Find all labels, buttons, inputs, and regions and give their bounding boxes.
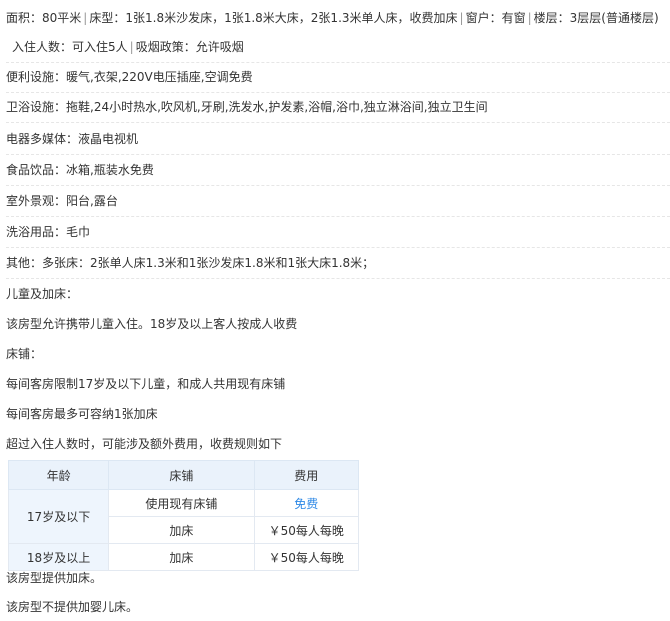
facility-value: 拖鞋,24小时热水,吹风机,牙刷,洗发水,护发素,浴帽,浴巾,独立淋浴间,独立卫…: [66, 100, 488, 114]
facility-value: 冰箱,瓶装水免费: [66, 163, 154, 177]
bedding-title: 床铺：: [6, 347, 43, 361]
separator: [6, 92, 670, 93]
bed-cell: 加床: [108, 543, 255, 571]
facility-label: 洗浴用品：: [6, 225, 67, 239]
age-cell: 18岁及以上: [7, 543, 110, 571]
separator: [6, 122, 670, 123]
facility-label: 食品饮品：: [6, 163, 67, 177]
room-details-panel: 面积：80平米 | 床型：1张1.8米沙发床，1张1.8米大床，2张1.3米单人床，…: [0, 0, 670, 621]
divider: |: [527, 11, 532, 25]
facility-convenience: 便利设施：暖气,衣架,220V电压插座,空调免费: [6, 68, 670, 86]
area-value: 80平米: [42, 11, 82, 25]
divider: |: [129, 40, 134, 54]
facility-value: 阳台,露台: [66, 194, 118, 208]
facility-outdoor-view: 室外景观：阳台,露台: [6, 192, 670, 210]
extra-fee-note: 超过入住人数时，可能涉及额外费用，收费规则如下: [6, 437, 283, 451]
fee-cell: ￥50每人每晚: [253, 516, 360, 544]
column-header-fee: 费用: [253, 460, 360, 490]
bed-cell: 加床: [108, 516, 255, 544]
column-header-age: 年龄: [7, 460, 110, 490]
facility-label: 室外景观：: [6, 194, 67, 208]
facility-food: 食品饮品：冰箱,瓶装水免费: [6, 161, 670, 179]
facility-toiletries: 洗浴用品：毛巾: [6, 223, 670, 241]
children-policy-title: 儿童及加床：: [6, 287, 79, 301]
crib-note: 该房型不提供加婴儿床。: [6, 600, 139, 614]
occupancy-line: 入住人数：可入住5人 | 吸烟政策：允许吸烟: [12, 38, 670, 56]
separator: [6, 216, 670, 217]
floor-value: 3层层(普通楼层): [569, 11, 659, 25]
facility-label: 电器多媒体：: [6, 132, 79, 146]
column-header-bed: 床铺: [108, 460, 255, 490]
bed-type-value: 1张1.8米沙发床，1张1.8米大床，2张1.3米单人床，收费加床: [125, 11, 458, 25]
bed-cell: 使用现有床铺: [108, 489, 255, 517]
table-row: 17岁及以下 使用现有床铺 免费: [7, 489, 360, 544]
facility-value: 暖气,衣架,220V电压插座,空调免费: [66, 70, 253, 84]
window-label: 窗户：: [465, 11, 502, 25]
facility-electronics: 电器多媒体：液晶电视机: [6, 130, 670, 148]
divider: |: [459, 11, 464, 25]
facility-other: 其他：多张床：2张单人床1.3米和1张沙发床1.8米和1张大床1.8米；: [6, 254, 670, 272]
room-summary-line: 面积：80平米 | 床型：1张1.8米沙发床，1张1.8米大床，2张1.3米单人床，…: [6, 9, 670, 27]
facility-label: 便利设施：: [6, 70, 67, 84]
area-label: 面积：: [6, 11, 43, 25]
extra-bed-capacity: 每间客房最多可容纳1张加床: [6, 407, 158, 421]
extra-bed-fee-table: 年龄 床铺 费用 17岁及以下 使用现有床铺 免费 加床 ￥50每人每晚 18岁…: [7, 460, 360, 571]
smoking-label: 吸烟政策：: [135, 40, 196, 54]
separator: [6, 278, 670, 279]
children-policy-text: 该房型允许携带儿童入住。18岁及以上客人按成人收费: [6, 317, 298, 331]
bed-type-label: 床型：: [89, 11, 126, 25]
facility-value: 毛巾: [66, 225, 91, 239]
table-row: 18岁及以上 加床 ￥50每人每晚: [7, 543, 360, 571]
occupancy-value: 可入住5人: [72, 40, 128, 54]
age-cell: 17岁及以下: [7, 489, 110, 544]
bedding-rule: 每间客房限制17岁及以下儿童，和成人共用现有床铺: [6, 377, 286, 391]
separator: [6, 185, 670, 186]
table-header-row: 年龄 床铺 费用: [7, 460, 360, 490]
separator: [6, 62, 670, 63]
occupancy-label: 入住人数：: [12, 40, 73, 54]
smoking-value: 允许吸烟: [195, 40, 244, 54]
facility-value: 液晶电视机: [78, 132, 139, 146]
facility-label: 卫浴设施：: [6, 100, 67, 114]
separator: [6, 247, 670, 248]
facility-bathroom: 卫浴设施：拖鞋,24小时热水,吹风机,牙刷,洗发水,护发素,浴帽,浴巾,独立淋浴…: [6, 98, 670, 116]
facility-value: 多张床：2张单人床1.3米和1张沙发床1.8米和1张大床1.8米；: [42, 256, 375, 270]
floor-label: 楼层：: [533, 11, 570, 25]
fee-cell: ￥50每人每晚: [253, 543, 360, 571]
fee-cell-free: 免费: [253, 489, 360, 517]
separator: [6, 154, 670, 155]
window-value: 有窗: [501, 11, 526, 25]
facility-label: 其他：: [6, 256, 43, 270]
extra-bed-note: 该房型提供加床。: [6, 571, 103, 585]
